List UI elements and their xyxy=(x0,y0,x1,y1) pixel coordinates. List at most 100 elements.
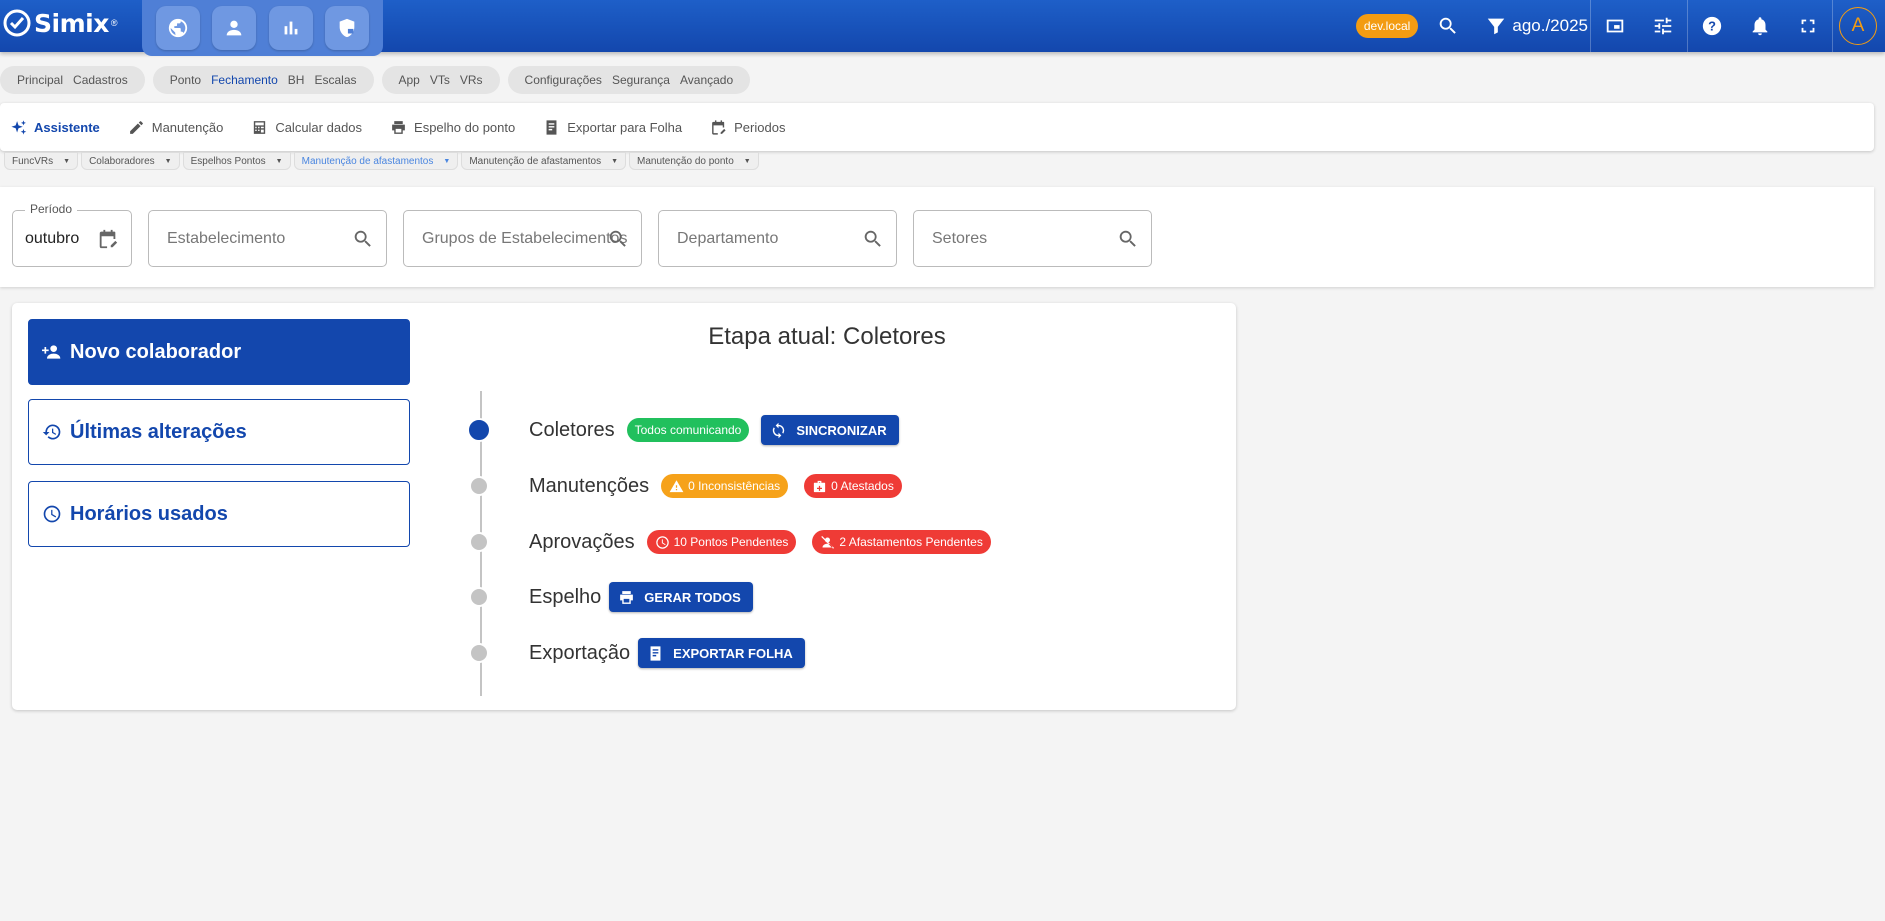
toolbar-exportar-para-folha[interactable]: Exportar para Folha xyxy=(543,119,682,136)
tune-icon xyxy=(1654,17,1672,35)
app-name: Simix xyxy=(34,8,109,38)
used-schedules-button[interactable]: Horários usados xyxy=(28,481,410,547)
toolbar-periodos[interactable]: Periodos xyxy=(710,119,785,136)
recent-changes-label: Últimas alterações xyxy=(70,420,247,443)
caret-down-icon[interactable]: ▼ xyxy=(165,158,172,165)
notifications-button[interactable] xyxy=(1736,0,1784,52)
timeline-step-exportacao: Exportação EXPORTAR FOLHA xyxy=(469,638,805,668)
clock-icon xyxy=(43,505,61,523)
open-tab[interactable]: Manutenção de afastamentos ▼ xyxy=(461,152,627,170)
open-tab-label: Manutenção de afastamentos xyxy=(469,155,602,167)
caret-down-icon[interactable]: ▼ xyxy=(276,158,283,165)
clock-icon xyxy=(655,535,669,549)
calculator-icon xyxy=(254,120,266,134)
menu-item-vrs[interactable]: VRs xyxy=(460,73,483,87)
app-logo[interactable]: Simix ® xyxy=(2,8,117,38)
chip-text: 10 Pontos Pendentes xyxy=(673,535,789,549)
recent-changes-button[interactable]: Últimas alterações xyxy=(28,399,410,465)
menu-item-cadastros[interactable]: Cadastros xyxy=(73,73,128,87)
document-icon xyxy=(546,119,557,135)
module-chart-button[interactable] xyxy=(268,6,313,50)
medical-certificates-badge[interactable]: 0 Atestados xyxy=(804,474,902,498)
timeline-dot xyxy=(469,643,489,663)
menu-item-escalas[interactable]: Escalas xyxy=(314,73,356,87)
menu-item-ponto[interactable]: Ponto xyxy=(170,73,201,87)
establishment-groups-field[interactable]: Grupos de Estabelecimentos xyxy=(403,210,642,267)
caret-down-icon[interactable]: ▼ xyxy=(611,158,618,165)
chip-text: 0 Inconsistências xyxy=(688,479,781,493)
warning-icon xyxy=(669,479,684,492)
current-period[interactable]: ago./2025 xyxy=(1512,16,1588,36)
search-icon[interactable] xyxy=(607,228,629,250)
open-tab[interactable]: Espelhos Pontos ▼ xyxy=(182,152,291,170)
menu-group-timekeeping: Ponto Fechamento BH Escalas xyxy=(152,66,374,94)
sectors-field[interactable]: Setores xyxy=(913,210,1152,267)
toolbar-label: Assistente xyxy=(34,119,100,135)
caret-down-icon[interactable]: ▼ xyxy=(443,158,450,165)
user-avatar[interactable]: A xyxy=(1839,7,1877,45)
open-tab-label: Manutenção do ponto xyxy=(637,155,734,167)
pending-punches-badge[interactable]: 10 Pontos Pendentes xyxy=(646,530,797,554)
toolbar-label: Manutenção xyxy=(151,119,224,135)
establishment-field[interactable]: Estabelecimento xyxy=(148,210,387,267)
timeline-dot xyxy=(469,532,489,552)
generate-all-button[interactable]: GERAR TODOS xyxy=(609,582,753,612)
menu-item-avancado[interactable]: Avançado xyxy=(680,73,733,87)
menu-item-vts[interactable]: VTs xyxy=(430,73,450,87)
settings-tune-button[interactable] xyxy=(1639,0,1687,52)
toolbar-espelho-do-ponto[interactable]: Espelho do ponto xyxy=(390,119,515,136)
svg-text:?: ? xyxy=(1708,19,1716,34)
search-icon[interactable] xyxy=(862,228,884,250)
calendar-edit-icon[interactable] xyxy=(97,228,119,250)
calendar-edit-icon xyxy=(712,119,726,135)
timeline-dot xyxy=(469,476,489,496)
menu-group-settings: Configurações Segurança Avançado xyxy=(507,66,751,94)
module-globe-button[interactable] xyxy=(156,6,201,50)
inconsistencies-badge[interactable]: 0 Inconsistências xyxy=(661,474,789,498)
open-tab[interactable]: Colaboradores ▼ xyxy=(81,152,180,170)
caret-down-icon[interactable]: ▼ xyxy=(63,158,70,165)
toolbar-manutencao[interactable]: Manutenção xyxy=(128,119,224,136)
open-tab[interactable]: FuncVRs ▼ xyxy=(4,152,79,170)
clock-check-logo-icon xyxy=(3,9,31,37)
caret-down-icon[interactable]: ▼ xyxy=(744,158,751,165)
open-tab[interactable]: Manutenção do ponto ▼ xyxy=(629,152,759,170)
step-label: Exportação xyxy=(529,641,631,664)
timeline-step-manutencoes: Manutenções 0 Inconsistências 0 Atestado… xyxy=(469,471,914,501)
timeline-step-aprovacoes: Aprovações 10 Pontos Pendentes 2 Afastam… xyxy=(469,527,1003,557)
document-icon xyxy=(650,645,661,661)
used-schedules-label: Horários usados xyxy=(70,502,228,525)
help-button[interactable]: ? xyxy=(1688,0,1736,52)
export-payroll-button[interactable]: EXPORTAR FOLHA xyxy=(638,638,805,668)
menu-item-seguranca[interactable]: Segurança xyxy=(612,73,670,87)
search-icon[interactable] xyxy=(1117,228,1139,250)
pencil-icon xyxy=(129,120,143,134)
menu-item-configuracoes[interactable]: Configurações xyxy=(525,73,602,87)
generate-all-label: GERAR TODOS xyxy=(644,589,741,605)
open-tab-active[interactable]: Manutenção de afastamentos ▼ xyxy=(293,152,459,170)
closing-assistant-card: Novo colaborador Últimas alterações Horá… xyxy=(12,303,1236,710)
menu-item-principal[interactable]: Principal xyxy=(17,73,63,87)
module-security-button[interactable] xyxy=(324,6,369,50)
menu-item-bh[interactable]: BH xyxy=(288,73,305,87)
sectors-placeholder: Setores xyxy=(932,229,988,247)
department-placeholder: Departamento xyxy=(677,229,779,247)
picture-in-picture-button[interactable] xyxy=(1591,0,1639,52)
department-field[interactable]: Departamento xyxy=(658,210,897,267)
timeline-dot-active xyxy=(467,418,491,442)
menu-item-app[interactable]: App xyxy=(399,73,420,87)
period-field[interactable]: Período outubro xyxy=(12,202,132,267)
search-icon[interactable] xyxy=(352,228,374,250)
timeline-step-espelho: Espelho GERAR TODOS xyxy=(469,582,753,612)
picture-in-picture-icon xyxy=(1606,19,1624,33)
search-button[interactable] xyxy=(1424,0,1472,52)
toolbar-calcular-dados[interactable]: Calcular dados xyxy=(251,119,362,136)
fullscreen-button[interactable] xyxy=(1784,0,1832,52)
sync-button[interactable]: SINCRONIZAR xyxy=(761,415,899,445)
module-person-button[interactable] xyxy=(212,6,257,50)
chip-text: Todos comunicando xyxy=(634,423,742,437)
menu-item-fechamento[interactable]: Fechamento xyxy=(211,73,278,87)
pending-absences-badge[interactable]: 2 Afastamentos Pendentes xyxy=(812,530,991,554)
toolbar-assistente[interactable]: Assistente xyxy=(10,119,100,136)
menu-group-benefits: App VTs VRs xyxy=(381,66,500,94)
